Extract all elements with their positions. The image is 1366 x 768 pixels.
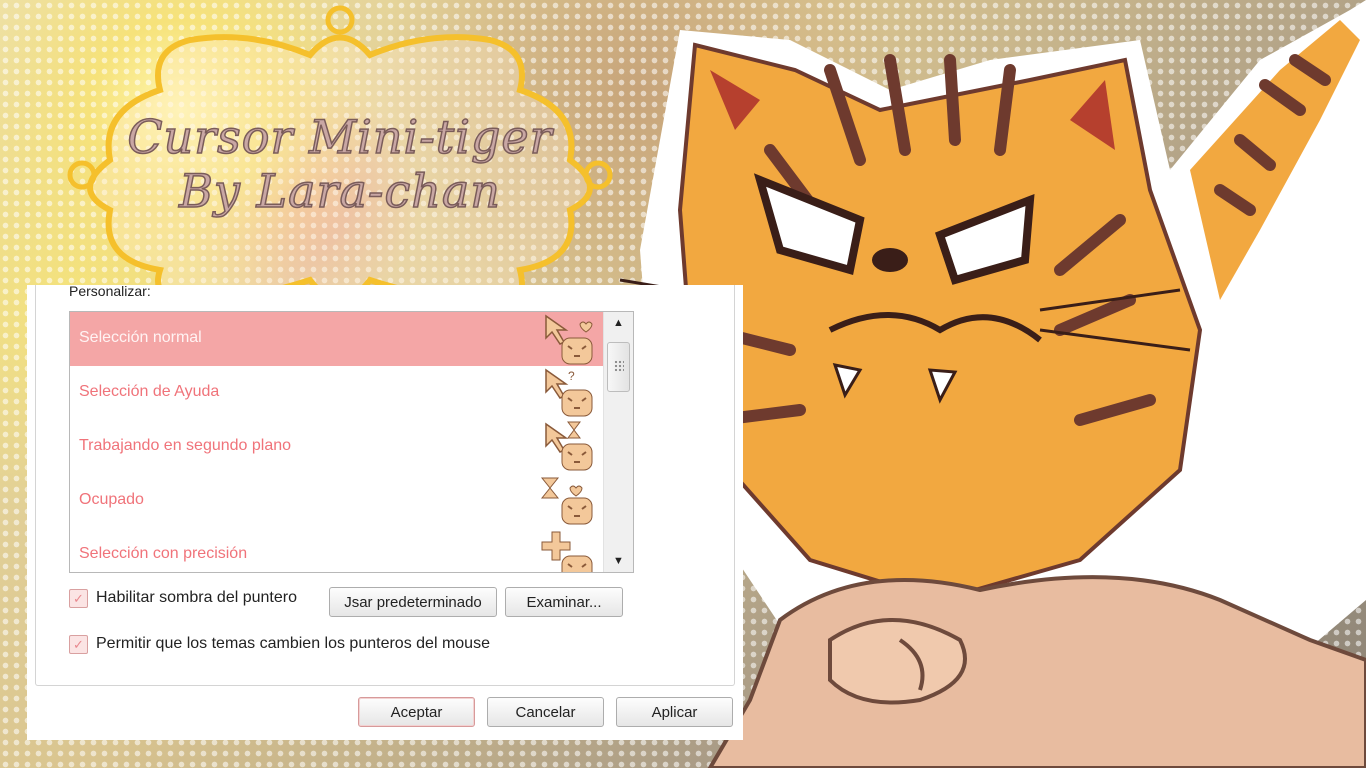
list-item-label: Ocupado bbox=[79, 491, 144, 508]
svg-text:?: ? bbox=[568, 369, 575, 383]
title-line-2: By Lara-chan bbox=[178, 163, 501, 219]
title-line-1: Cursor Mini-tiger bbox=[127, 109, 553, 165]
scroll-thumb[interactable] bbox=[607, 342, 630, 392]
list-item[interactable]: Ocupado bbox=[70, 474, 603, 528]
cancel-button[interactable]: Cancelar bbox=[487, 697, 604, 727]
list-item-label: Selección de Ayuda bbox=[79, 383, 220, 400]
shadow-checkbox[interactable]: ✓ bbox=[69, 588, 88, 608]
customize-groupbox: Personalizar: Selección normal Selección… bbox=[35, 283, 735, 686]
arrow-heart-tiger-icon bbox=[545, 314, 593, 365]
list-item[interactable]: Selección de Ayuda ? bbox=[70, 366, 603, 420]
list-item[interactable]: Selección con precisión bbox=[70, 528, 603, 572]
themes-option[interactable]: ✓ Permitir que los temas cambien los pun… bbox=[69, 633, 490, 655]
use-default-button[interactable]: Jsar predeterminado bbox=[329, 587, 497, 617]
shadow-option[interactable]: ✓ Habilitar sombra del puntero bbox=[69, 587, 297, 609]
scroll-up-icon[interactable]: ▲ bbox=[604, 314, 633, 332]
shadow-checkbox-label: Habilitar sombra del puntero bbox=[96, 589, 297, 606]
title-text: Cursor Mini-tiger By Lara-chan bbox=[120, 109, 560, 219]
themes-checkbox-label: Permitir que los temas cambien los punte… bbox=[96, 635, 490, 652]
list-item-label: Selección con precisión bbox=[79, 545, 248, 562]
arrow-hourglass-tiger-icon bbox=[545, 421, 593, 471]
apply-button[interactable]: Aplicar bbox=[616, 697, 733, 727]
grip-icon bbox=[614, 360, 624, 372]
list-item-label: Trabajando en segundo plano bbox=[79, 437, 292, 454]
scroll-down-icon[interactable]: ▼ bbox=[604, 552, 633, 570]
mouse-pointers-dialog: Personalizar: Selección normal Selección… bbox=[27, 283, 743, 740]
browse-button[interactable]: Examinar... bbox=[505, 587, 623, 617]
list-scrollbar[interactable]: ▲ ▼ bbox=[603, 312, 633, 572]
hourglass-heart-tiger-icon bbox=[540, 477, 593, 525]
crosshair-tiger-icon bbox=[541, 531, 593, 572]
customize-label: Personalizar: bbox=[69, 283, 151, 299]
list-item-label: Selección normal bbox=[79, 329, 202, 346]
themes-checkbox[interactable]: ✓ bbox=[69, 634, 88, 654]
cursor-list[interactable]: Selección normal Selección de Ayuda ? Tr… bbox=[69, 311, 634, 573]
list-item[interactable]: Trabajando en segundo plano bbox=[70, 420, 603, 474]
ok-button[interactable]: Aceptar bbox=[358, 697, 475, 727]
list-item[interactable]: Selección normal bbox=[70, 312, 603, 366]
arrow-question-tiger-icon: ? bbox=[545, 368, 593, 417]
